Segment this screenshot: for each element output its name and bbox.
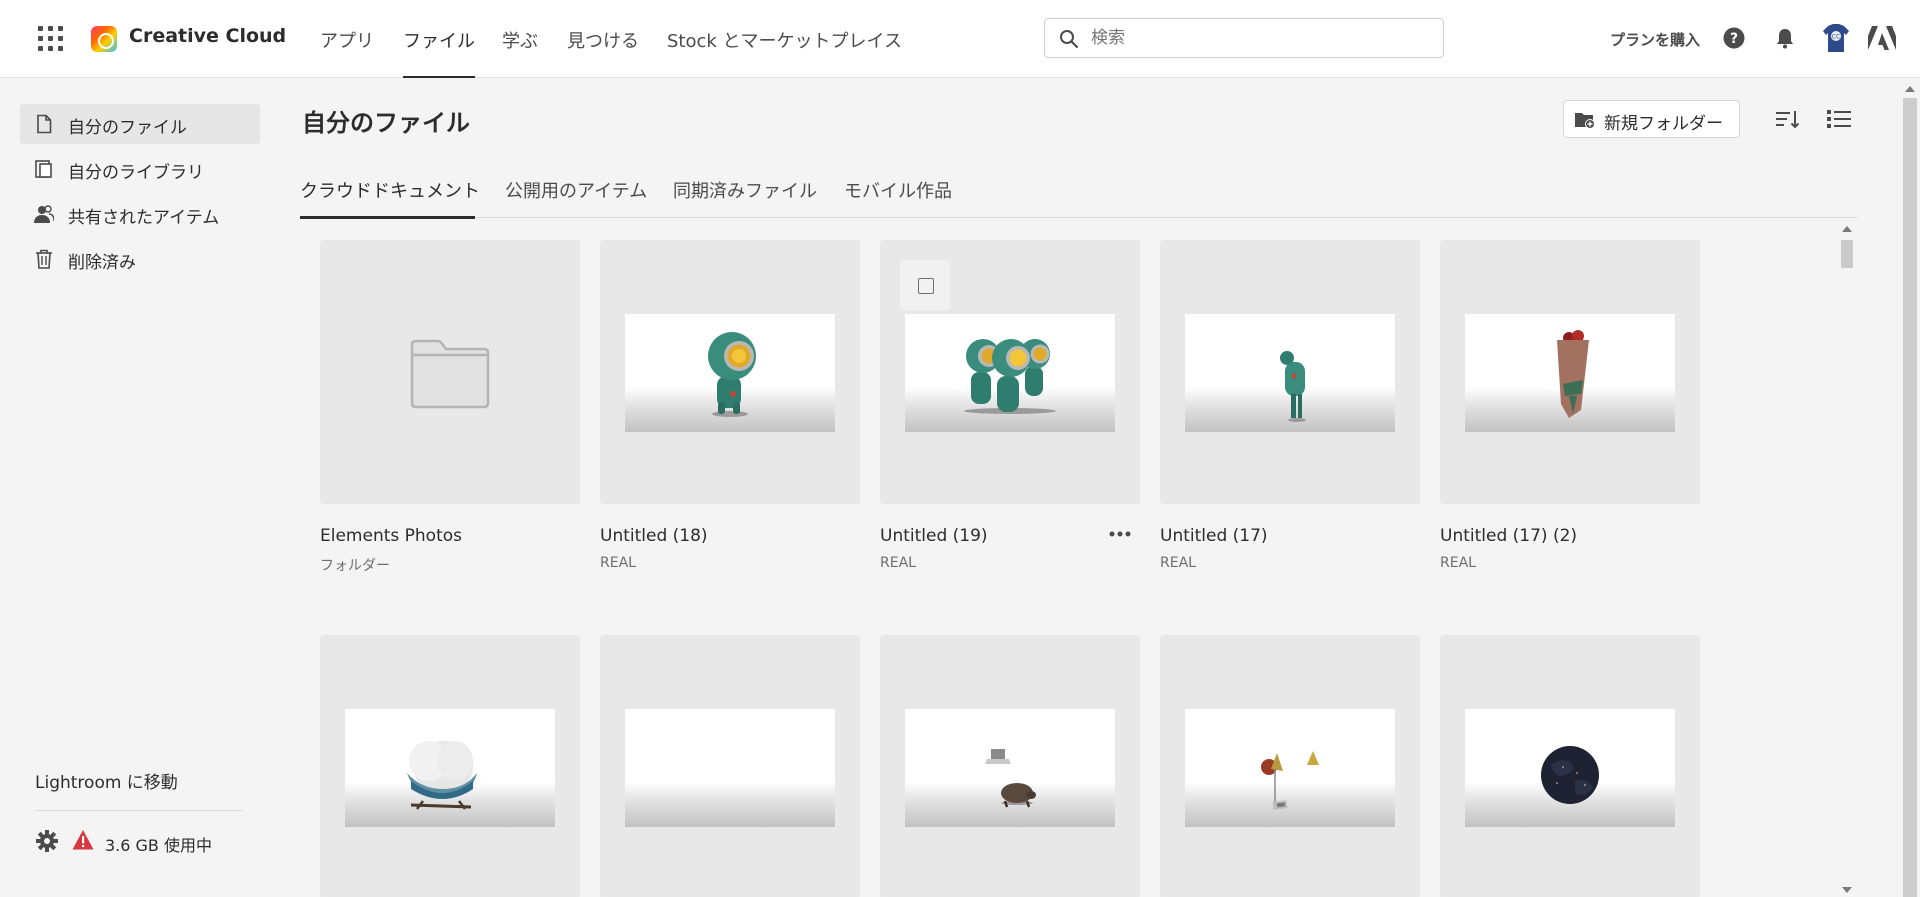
sidebar-divider (35, 810, 243, 811)
file-card-untitled-18[interactable] (600, 240, 860, 504)
content-scroll-thumb[interactable] (1841, 240, 1853, 268)
top-header: Creative Cloud アプリ ファイル 学ぶ 見つける Stock とマ… (0, 0, 1920, 78)
list-view-icon[interactable] (1826, 106, 1852, 132)
warning-icon (72, 830, 94, 850)
page-scroll-up-arrow-icon[interactable] (1905, 86, 1915, 92)
file-title[interactable]: Untitled (17) (1160, 526, 1268, 546)
file-title[interactable]: Elements Photos (320, 526, 462, 546)
file-thumbnail (1465, 314, 1675, 432)
library-icon (35, 160, 52, 178)
scroll-up-arrow-icon[interactable] (1842, 226, 1852, 232)
file-thumbnail (905, 314, 1115, 432)
gear-icon[interactable] (36, 830, 58, 852)
buy-plan-link[interactable]: プランを購入 (1610, 29, 1700, 50)
more-options-icon[interactable] (1108, 525, 1132, 543)
help-icon[interactable]: ? (1722, 26, 1746, 50)
tab-synced-files[interactable]: 同期済みファイル (673, 177, 817, 203)
file-thumbnail (1465, 709, 1675, 827)
file-thumbnail (625, 709, 835, 827)
sidebar-item-my-library[interactable]: 自分のライブラリ (20, 149, 260, 189)
creative-cloud-logo-icon[interactable] (91, 26, 117, 52)
tabs-divider (300, 217, 1858, 218)
sidebar-item-my-files[interactable]: 自分のファイル (20, 104, 260, 144)
sidebar-item-deleted[interactable]: 削除済み (20, 239, 260, 279)
tab-mobile-creations[interactable]: モバイル作品 (844, 177, 952, 203)
nav-tab-files[interactable]: ファイル (403, 27, 475, 78)
new-folder-button[interactable]: 新規フォルダー (1563, 100, 1740, 138)
file-card[interactable] (880, 635, 1140, 897)
search-input[interactable] (1091, 25, 1431, 51)
file-title[interactable]: Untitled (17) (2) (1440, 526, 1577, 546)
sidebar-item-label: 自分のファイル (68, 118, 187, 138)
trash-icon (36, 249, 52, 269)
lightroom-link[interactable]: Lightroom に移動 (35, 768, 178, 793)
file-type: フォルダー (320, 558, 390, 574)
file-type: REAL (1440, 555, 1476, 571)
new-folder-label: 新規フォルダー (1604, 114, 1723, 134)
shared-user-icon (34, 205, 54, 223)
scroll-down-arrow-icon[interactable] (1842, 887, 1852, 893)
sidebar-item-label: 削除済み (68, 253, 136, 273)
brand-name[interactable]: Creative Cloud (129, 25, 286, 47)
sidebar-item-label: 自分のライブラリ (68, 163, 204, 183)
search-icon (1060, 30, 1079, 49)
file-thumbnail (905, 709, 1115, 827)
file-title[interactable]: Untitled (19) (880, 526, 988, 546)
tab-cloud-documents[interactable]: クラウドドキュメント (300, 177, 480, 203)
svg-text:?: ? (1730, 31, 1738, 47)
svg-text:CC: CC (1832, 34, 1840, 41)
nav-tab-stock[interactable]: Stock とマーケットプレイス (667, 27, 902, 78)
file-type: REAL (880, 555, 916, 571)
file-thumbnail (1185, 314, 1395, 432)
select-checkbox[interactable] (900, 260, 950, 310)
file-card[interactable] (320, 635, 580, 897)
sidebar-item-label: 共有されたアイテム (68, 208, 220, 228)
folder-icon (410, 339, 490, 409)
active-tab-indicator (300, 216, 475, 219)
tab-published[interactable]: 公開用のアイテム (505, 177, 647, 203)
file-icon (37, 114, 52, 134)
bell-icon[interactable] (1773, 26, 1797, 50)
content-scrollbar[interactable] (1838, 224, 1858, 897)
file-thumbnail (625, 314, 835, 432)
file-type: REAL (600, 555, 636, 571)
sidebar-item-shared[interactable]: 共有されたアイテム (20, 194, 260, 234)
nav-tab-apps[interactable]: アプリ (320, 27, 374, 78)
page-title: 自分のファイル (302, 109, 470, 137)
page-scrollbar[interactable] (1900, 80, 1920, 897)
nav-tab-discover[interactable]: 見つける (567, 27, 639, 78)
file-card[interactable] (1440, 635, 1700, 897)
folder-add-icon (1575, 113, 1595, 129)
file-card-untitled-17[interactable] (1160, 240, 1420, 504)
sidebar: 自分のファイル 自分のライブラリ 共有されたアイテム 削除済み Lightroo… (0, 79, 280, 897)
avatar[interactable]: CC (1822, 22, 1850, 54)
page-scroll-thumb[interactable] (1903, 98, 1917, 897)
file-type: REAL (1160, 555, 1196, 571)
storage-usage[interactable]: 3.6 GB 使用中 (105, 832, 212, 856)
file-card-untitled-19[interactable] (880, 240, 1140, 504)
nav-tab-learn[interactable]: 学ぶ (502, 27, 538, 78)
file-title[interactable]: Untitled (18) (600, 526, 708, 546)
file-card-elements-photos[interactable] (320, 240, 580, 504)
apps-grid-icon[interactable] (38, 26, 64, 52)
file-card-untitled-17-2[interactable] (1440, 240, 1700, 504)
file-thumbnail (345, 709, 555, 827)
adobe-logo-icon[interactable] (1868, 26, 1896, 50)
search-box[interactable] (1044, 18, 1444, 58)
file-card[interactable] (1160, 635, 1420, 897)
file-thumbnail (1185, 709, 1395, 827)
sort-icon[interactable] (1775, 106, 1801, 132)
file-card[interactable] (600, 635, 860, 897)
